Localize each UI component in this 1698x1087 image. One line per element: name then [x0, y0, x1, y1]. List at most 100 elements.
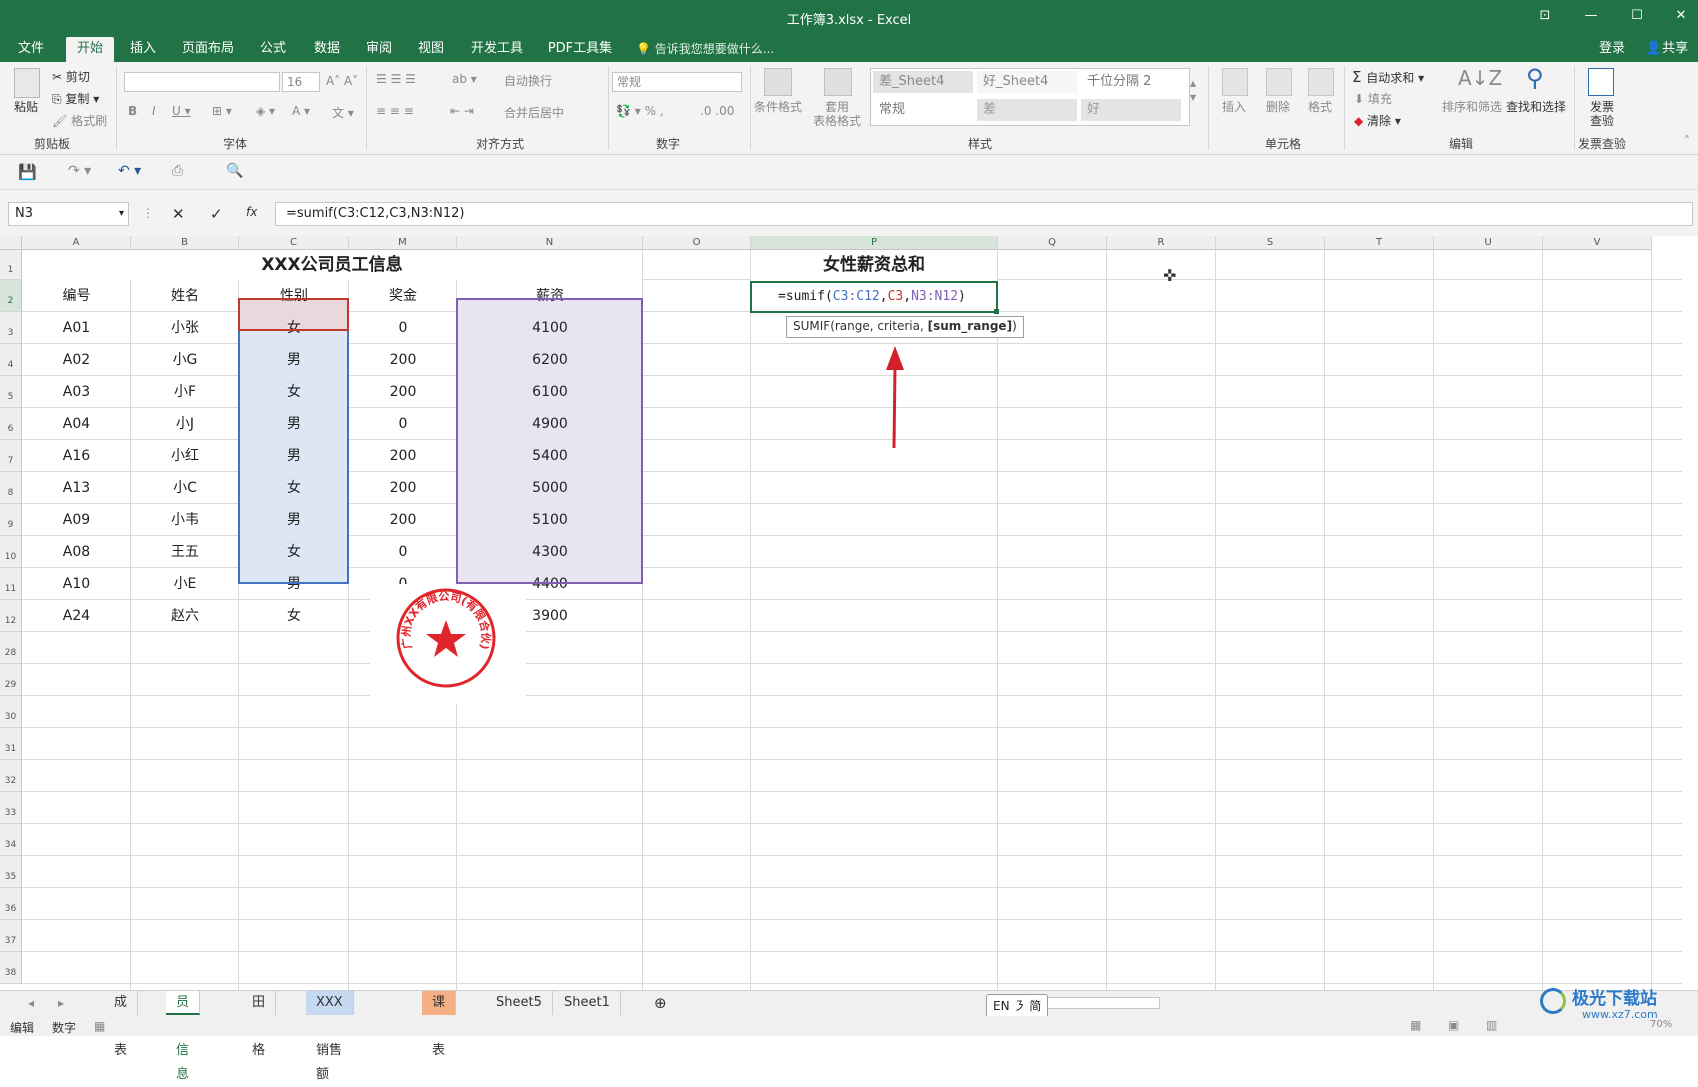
insert-cells-icon[interactable] [1222, 68, 1248, 96]
decimal-icon[interactable]: .0 .00 [700, 104, 734, 118]
row-header-12[interactable]: 12 [0, 600, 22, 632]
insert-function-button[interactable]: fx [246, 205, 257, 219]
undo-icon[interactable]: ↶ ▾ [118, 163, 141, 179]
row-header-31[interactable]: 31 [0, 728, 22, 760]
row-header-34[interactable]: 34 [0, 824, 22, 856]
row-header-9[interactable]: 9 [0, 504, 22, 536]
invoice-check-button[interactable]: 发票 查验 [1580, 100, 1624, 128]
row-header-28[interactable]: 28 [0, 632, 22, 664]
bold-button[interactable]: B [128, 104, 137, 118]
tell-me-search[interactable]: 💡 告诉我您想要做什么... [636, 40, 774, 57]
data-cell[interactable]: 200 [349, 504, 457, 536]
paste-icon[interactable] [14, 68, 40, 98]
fill-button[interactable]: ⬇ 填充 [1354, 90, 1392, 107]
magnifier-icon[interactable]: ⚲ [1526, 64, 1544, 92]
column-header-q[interactable]: Q [998, 236, 1107, 250]
table-format-button[interactable]: 套用 表格格式 [806, 100, 868, 128]
row-header-30[interactable]: 30 [0, 696, 22, 728]
share-button[interactable]: 👤共享 [1640, 37, 1694, 62]
invoice-check-icon[interactable] [1588, 68, 1614, 96]
confirm-entry-icon[interactable]: ✓ [210, 205, 223, 223]
paste-button[interactable]: 粘贴 [10, 100, 42, 114]
cancel-entry-icon[interactable]: ✕ [172, 205, 185, 223]
data-cell[interactable]: 200 [349, 472, 457, 504]
data-cell[interactable]: A24 [22, 600, 131, 632]
save-icon[interactable]: 💾 [18, 163, 37, 181]
border-icon[interactable]: ⊞ ▾ [212, 104, 232, 118]
scroll-right-icon[interactable]: ▸ [58, 996, 64, 1010]
login-link[interactable]: 登录 [1592, 37, 1632, 62]
data-cell[interactable]: 0 [349, 408, 457, 440]
font-name-select[interactable] [124, 72, 280, 92]
format-cells-button[interactable]: 格式 [1302, 100, 1338, 114]
fill-color-icon[interactable]: ◈ ▾ [256, 104, 275, 118]
data-cell[interactable]: 小张 [131, 312, 239, 344]
style-item[interactable]: 常规 [873, 99, 973, 121]
font-size-select[interactable]: 16 [282, 72, 320, 92]
data-cell[interactable]: 200 [349, 440, 457, 472]
phonetic-icon[interactable]: 文 ▾ [332, 104, 354, 121]
select-all-corner[interactable] [0, 236, 22, 250]
tab-formulas[interactable]: 公式 [252, 37, 294, 62]
delete-cells-icon[interactable] [1266, 68, 1292, 96]
gallery-scroll-icon[interactable]: ▴ ▾ [1190, 76, 1196, 104]
row-header-37[interactable]: 37 [0, 920, 22, 952]
row-header-35[interactable]: 35 [0, 856, 22, 888]
worksheet-grid[interactable]: ABCMNOPQRSTUV 1 2 3 4 5 6 7 8 9 10 11 12 28 29 30 31 32 3… [0, 236, 1682, 990]
tab-insert[interactable]: 插入 [122, 37, 164, 62]
clear-button[interactable]: ◆ 清除 ▾ [1354, 112, 1401, 129]
orientation-icon[interactable]: ab ▾ [452, 72, 477, 86]
data-cell[interactable]: A03 [22, 376, 131, 408]
data-cell[interactable]: A13 [22, 472, 131, 504]
align-top-icon[interactable]: ☰ ☰ ☰ [376, 72, 416, 86]
format-cells-icon[interactable] [1308, 68, 1334, 96]
data-cell[interactable]: A08 [22, 536, 131, 568]
data-cell[interactable]: A09 [22, 504, 131, 536]
indent-icon[interactable]: ⇤ ⇥ [450, 104, 474, 118]
female-salary-title[interactable]: 女性薪资总和 [751, 250, 997, 280]
merge-center-button[interactable]: 合并后居中 [504, 104, 564, 121]
data-cell[interactable]: A16 [22, 440, 131, 472]
data-cell[interactable]: 赵六 [131, 600, 239, 632]
minimize-button[interactable]: — [1578, 5, 1604, 27]
function-tooltip[interactable]: SUMIF(range, criteria, [sum_range]) [786, 316, 1024, 338]
normal-view-icon[interactable]: ▦ [1410, 1018, 1421, 1032]
row-header-10[interactable]: 10 [0, 536, 22, 568]
tab-developer[interactable]: 开发工具 [466, 37, 528, 62]
column-header-p[interactable]: P [751, 236, 998, 250]
row-header-11[interactable]: 11 [0, 568, 22, 600]
sort-filter-button[interactable]: 排序和筛选 [1440, 100, 1504, 114]
row-header-4[interactable]: 4 [0, 344, 22, 376]
column-header-v[interactable]: V [1543, 236, 1652, 250]
data-cell[interactable]: 小G [131, 344, 239, 376]
column-header-t[interactable]: T [1325, 236, 1434, 250]
data-cell[interactable]: 女 [239, 600, 349, 632]
formula-input[interactable]: =sumif(C3:C12,C3,N3:N12) [275, 202, 1693, 226]
data-cell[interactable]: 王五 [131, 536, 239, 568]
data-cell[interactable]: A10 [22, 568, 131, 600]
sheet-tab[interactable]: Sheet5 [486, 991, 553, 1015]
row-header-33[interactable]: 33 [0, 792, 22, 824]
data-cell[interactable]: 小E [131, 568, 239, 600]
collapse-ribbon-icon[interactable]: ˄ [1684, 134, 1690, 148]
column-header-n[interactable]: N [457, 236, 643, 250]
style-item[interactable]: 差_Sheet4 [873, 71, 973, 93]
row-header-38[interactable]: 38 [0, 952, 22, 984]
style-item[interactable]: 千位分隔 2 [1081, 71, 1181, 93]
add-sheet-icon[interactable]: ⊕ [654, 994, 667, 1012]
ribbon-display-icon[interactable]: ⊡ [1532, 5, 1558, 27]
table-title[interactable]: XXX公司员工信息 [22, 250, 642, 280]
table-format-icon[interactable] [824, 68, 852, 96]
header-cell[interactable]: 奖金 [349, 280, 457, 312]
tab-home[interactable]: 开始 [66, 37, 114, 62]
header-cell[interactable]: 姓名 [131, 280, 239, 312]
column-header-c[interactable]: C [239, 236, 349, 250]
page-break-view-icon[interactable]: ▥ [1486, 1018, 1497, 1032]
row-header-36[interactable]: 36 [0, 888, 22, 920]
sheet-tab[interactable]: 田字格 [242, 991, 277, 1058]
data-cell[interactable]: 200 [349, 344, 457, 376]
horizontal-scrollbar[interactable] [1038, 997, 1160, 1009]
data-cell[interactable]: 小C [131, 472, 239, 504]
row-header-7[interactable]: 7 [0, 440, 22, 472]
print-preview-icon[interactable]: ⎙ [172, 163, 183, 179]
